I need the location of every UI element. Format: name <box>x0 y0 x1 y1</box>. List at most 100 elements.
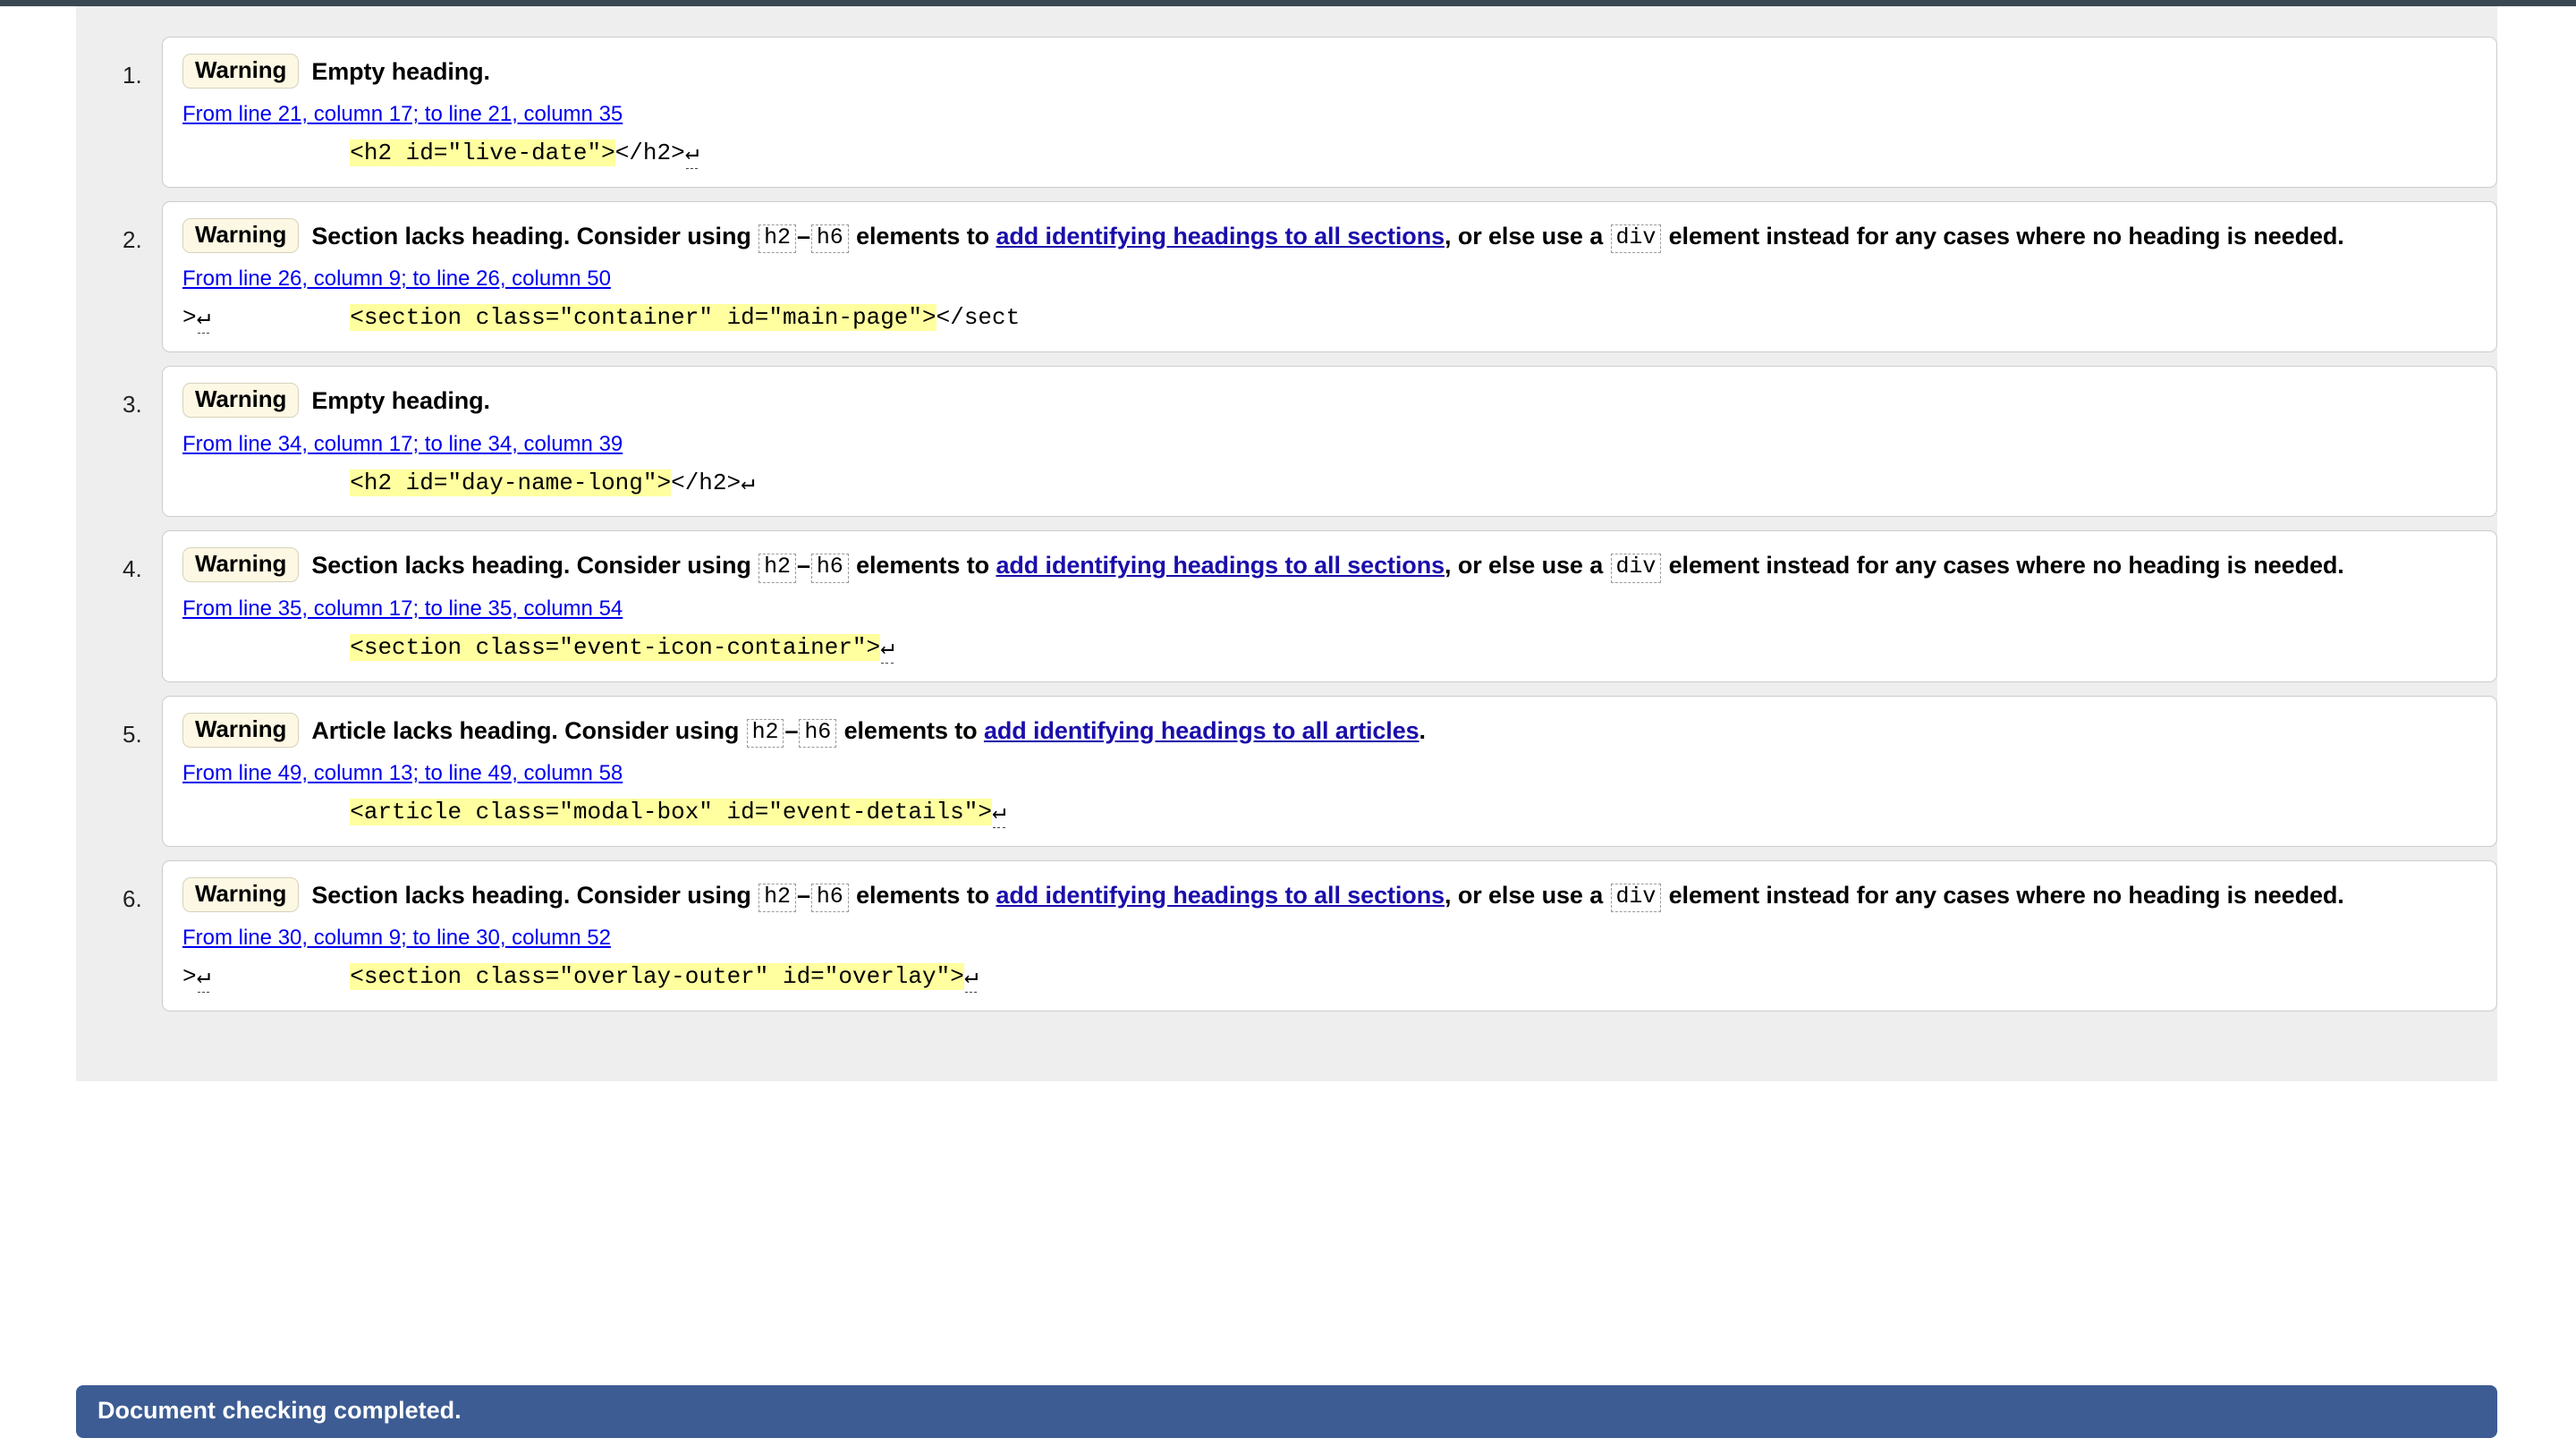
source-location: From line 35, column 17; to line 35, col… <box>182 596 2477 622</box>
warning-badge: Warning <box>182 712 300 748</box>
newline-glyph-icon: ↵ <box>741 469 755 496</box>
source-extract: <h2 id="day-name-long"></h2>↵ <box>182 469 2477 499</box>
guidance-link[interactable]: add identifying headings to all sections <box>996 552 1445 579</box>
extract-after: </sect <box>936 304 1021 332</box>
message-text: , or else use a <box>1445 881 1610 909</box>
warning-badge: Warning <box>182 876 300 912</box>
message-text: Section lacks heading. Consider using <box>311 881 758 909</box>
validation-message: Warning Section lacks heading. Consider u… <box>76 859 2497 1011</box>
extract-highlight: <section class="event-icon-container"> <box>350 633 881 661</box>
extract-highlight: <article class="modal-box" id="event-det… <box>350 798 992 825</box>
element-name-code: h2 <box>746 718 784 748</box>
extract-before: > <box>182 962 197 990</box>
status-bar: Document checking completed. <box>76 1385 2497 1438</box>
source-location-link[interactable]: From line 35, column 17; to line 35, col… <box>182 596 623 621</box>
source-location: From line 49, column 13; to line 49, col… <box>182 760 2477 787</box>
extract-before: > <box>182 304 197 332</box>
message-text: , or else use a <box>1445 552 1610 579</box>
message-card: Warning Article lacks heading. Consider u… <box>162 695 2497 847</box>
newline-glyph-icon: ↵ <box>880 633 894 661</box>
status-bar-text: Document checking completed. <box>97 1397 462 1424</box>
guidance-link[interactable]: add identifying headings to all sections <box>996 882 1445 909</box>
element-name-code: h6 <box>810 554 849 583</box>
newline-glyph-icon: ↵ <box>991 798 1006 825</box>
extract-gap <box>210 963 350 990</box>
guidance-link[interactable]: add identifying headings to all articles <box>984 717 1419 744</box>
source-extract: <article class="modal-box" id="event-det… <box>182 798 2477 828</box>
element-name-code: div <box>1610 224 1662 254</box>
message-headline: Warning Article lacks heading. Consider u… <box>182 712 2477 748</box>
warning-badge: Warning <box>182 547 300 583</box>
source-location-link[interactable]: From line 34, column 17; to line 34, col… <box>182 432 623 456</box>
element-name-code: h2 <box>758 554 796 583</box>
message-text: , or else use a <box>1445 223 1610 250</box>
message-card: Warning Section lacks heading. Consider u… <box>162 859 2497 1011</box>
source-location: From line 34, column 17; to line 34, col… <box>182 431 2477 458</box>
message-headline: Warning Section lacks heading. Consider u… <box>182 218 2477 254</box>
message-card: Warning Empty heading. From line 21, colum… <box>162 37 2497 189</box>
extract-before <box>182 799 350 825</box>
message-text: element instead for any cases where no h… <box>1662 552 2344 579</box>
message-card: Warning Empty heading. From line 34, colum… <box>162 366 2497 518</box>
message-text: elements to <box>837 716 984 744</box>
message-text: Empty heading. <box>311 387 490 415</box>
element-name-code: h2 <box>758 883 796 912</box>
validation-message: Warning Article lacks heading. Consider u… <box>76 695 2497 847</box>
warning-badge: Warning <box>182 54 300 89</box>
message-text: – <box>796 552 810 579</box>
validation-message: Warning Section lacks heading. Consider u… <box>76 201 2497 353</box>
page-header-strip <box>0 0 2576 6</box>
source-location: From line 21, column 17; to line 21, col… <box>182 101 2477 128</box>
newline-glyph-icon: ↵ <box>196 304 211 332</box>
message-list: Warning Empty heading. From line 21, colum… <box>76 37 2497 1011</box>
warning-badge: Warning <box>182 383 300 419</box>
message-headline: Warning Section lacks heading. Consider u… <box>182 876 2477 912</box>
message-text: element instead for any cases where no h… <box>1662 223 2344 250</box>
source-location: From line 26, column 9; to line 26, colu… <box>182 266 2477 292</box>
extract-before <box>182 140 350 166</box>
source-extract: <h2 id="live-date"></h2>↵ <box>182 139 2477 169</box>
element-name-code: h6 <box>799 718 837 748</box>
source-location-link[interactable]: From line 30, column 9; to line 30, colu… <box>182 926 611 950</box>
validation-message: Warning Empty heading. From line 34, colum… <box>76 366 2497 518</box>
source-location-link[interactable]: From line 21, column 17; to line 21, col… <box>182 102 623 126</box>
extract-before <box>182 469 350 496</box>
source-extract: >↵ <section class="overlay-outer" id="ov… <box>182 962 2477 993</box>
message-text: elements to <box>849 881 996 909</box>
extract-before <box>182 634 350 661</box>
message-text: Article lacks heading. Consider using <box>311 716 746 744</box>
newline-glyph-icon: ↵ <box>196 962 211 990</box>
message-text: Section lacks heading. Consider using <box>311 552 758 579</box>
message-card: Warning Section lacks heading. Consider u… <box>162 530 2497 682</box>
extract-gap <box>210 304 350 331</box>
message-text: – <box>796 223 810 250</box>
message-text: Empty heading. <box>311 58 490 85</box>
validation-message: Warning Empty heading. From line 21, colum… <box>76 37 2497 189</box>
source-extract: >↵ <section class="container" id="main-p… <box>182 303 2477 334</box>
message-text: . <box>1419 716 1427 744</box>
source-location-link[interactable]: From line 26, column 9; to line 26, colu… <box>182 266 611 291</box>
message-card: Warning Section lacks heading. Consider u… <box>162 201 2497 353</box>
guidance-link[interactable]: add identifying headings to all sections <box>996 223 1445 250</box>
element-name-code: h6 <box>810 883 849 912</box>
validation-message: Warning Section lacks heading. Consider u… <box>76 530 2497 682</box>
validation-results-container: Warning Empty heading. From line 21, colum… <box>76 6 2497 1081</box>
element-name-code: h6 <box>810 224 849 254</box>
source-location-link[interactable]: From line 49, column 13; to line 49, col… <box>182 761 623 785</box>
message-text: Section lacks heading. Consider using <box>311 223 758 250</box>
extract-after: </h2> <box>671 469 741 496</box>
extract-highlight: <h2 id="day-name-long"> <box>350 469 672 496</box>
message-text: element instead for any cases where no h… <box>1662 881 2344 909</box>
source-location: From line 30, column 9; to line 30, colu… <box>182 925 2477 952</box>
message-text: – <box>784 716 799 744</box>
warning-badge: Warning <box>182 218 300 254</box>
message-text: elements to <box>849 223 996 250</box>
source-extract: <section class="event-icon-container">↵ <box>182 633 2477 664</box>
newline-glyph-icon: ↵ <box>684 140 699 167</box>
message-headline: Warning Section lacks heading. Consider u… <box>182 547 2477 583</box>
extract-after: </h2> <box>614 140 685 167</box>
message-headline: Warning Empty heading. <box>182 383 2477 419</box>
message-text: – <box>796 881 810 909</box>
element-name-code: div <box>1610 554 1662 583</box>
message-headline: Warning Empty heading. <box>182 54 2477 89</box>
